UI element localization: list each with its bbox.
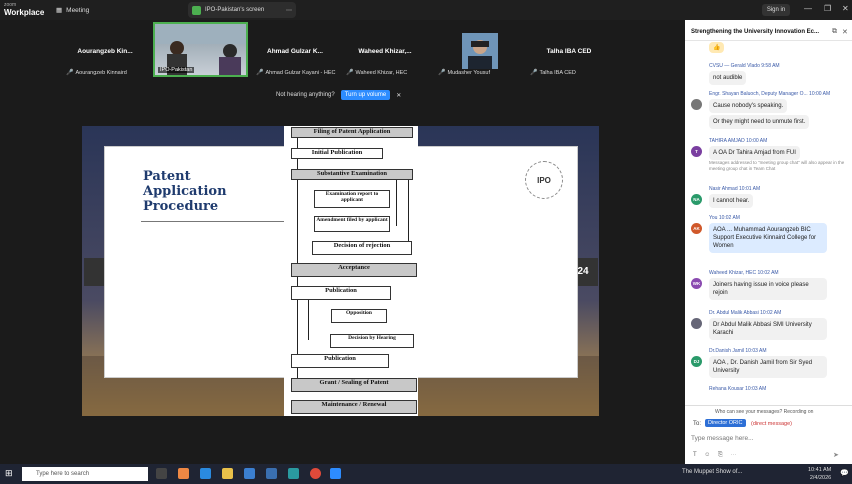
avatar: NA [691,194,702,205]
avatar: WK [691,278,702,289]
recording-notice[interactable]: Who can see your messages? Recording on [715,409,813,415]
zoom-icon[interactable] [330,468,341,479]
app-icon[interactable] [178,468,189,479]
direct-message-label: (direct message) [751,421,792,427]
muted-mic-icon: 🎤 [438,70,446,76]
muted-mic-icon: 🎤 [256,70,264,76]
flow-arrow [297,159,298,169]
meeting-menu[interactable]: ▦ Meeting [56,6,89,15]
compose-toolbar[interactable]: T ☺ ⎘ ⋯ [693,452,736,459]
task-view-icon[interactable] [156,468,167,479]
taskbar: ⊞ Type here to search The Muppet Show of… [0,464,852,484]
participant-label: IPO-Pakistan [158,67,195,73]
flow-step: Initial Publication [291,148,383,159]
flow-step: Publication [291,354,389,368]
thumbs-up-icon: 👍 [709,42,725,53]
maximize-icon[interactable]: ❐ [824,4,831,13]
chat-message: Engr. Shayan Baluoch, Deputy Manager O..… [691,91,846,129]
flow-step: Filing of Patent Application [291,127,413,138]
notification-icon[interactable]: 💬 [840,469,849,477]
media-app[interactable]: The Muppet Show of... [682,469,742,475]
flow-step: Maintenance / Renewal [291,400,417,414]
chat-message: AK You 10:02 AM AOA ... Muhammad Aourangze… [691,215,846,253]
flow-arrow [297,180,298,263]
participant-gallery: Aourangzeb Kin... 🎤 Aourangzeb Kinnaird Ah… [0,20,685,80]
participant-tile[interactable]: Aourangzeb Kin... 🎤 Aourangzeb Kinnaird [62,22,148,78]
send-icon[interactable]: ➤ [833,451,839,459]
avatar [462,33,498,69]
taskbar-search[interactable]: Type here to search [22,467,148,481]
close-chat-icon[interactable]: ✕ [842,28,848,36]
to-label: To: [693,421,702,427]
avatar: DJ [691,356,702,367]
chat-message: T TAHIRA AMJAD 10:00 AM A OA Dr Tahira Amj… [691,138,846,172]
flow-step: Amendment filed by applicant [314,216,390,232]
chat-message: WK Waheed Khizar, HEC 10:02 AM Joiners hav… [691,270,846,300]
chat-message: NA Nasir Ahmad 10:01 AM I cannot hear. [691,186,846,208]
chat-input[interactable] [691,432,841,444]
chat-panel: Strengthening the University Innovation … [685,20,852,464]
muted-mic-icon: 🎤 [66,70,74,76]
close-icon[interactable]: ✕ [842,4,849,13]
mail-icon[interactable] [266,468,277,479]
chat-message: DJ Dr.Danish Jamil 10:03 AM AOA , Dr. Dani… [691,348,846,378]
edge-icon[interactable] [200,468,211,479]
flow-arrow [297,368,298,378]
screen-share-tab[interactable]: IPO-Pakistan's screen ⋯ [188,2,296,18]
avatar [691,99,702,110]
share-icon [192,5,201,15]
flow-arrow [297,138,298,148]
participant-tile[interactable]: Talha IBA CED 🎤 Talha IBA CED [526,22,612,78]
chat-title: Strengthening the University Innovation … [691,29,820,35]
sign-in-button[interactable]: Sign in [762,4,790,16]
flow-step: Decision by Hearing [330,334,414,348]
flow-arrow [396,180,397,226]
app-icon[interactable] [288,468,299,479]
avatar: T [691,146,702,157]
chat-message: CVSU — Gerald Vlado 9:58 AM not audible [691,63,846,85]
flow-arrow [297,277,298,286]
recipient-select[interactable]: Director ORIC [705,419,746,427]
chrome-icon[interactable] [310,468,321,479]
flow-step: Grant / Sealing of Patent [291,378,417,392]
flow-step: Opposition [331,309,387,323]
minimize-icon[interactable]: — [804,4,812,13]
slide-title: Patent Application Procedure [143,169,227,214]
grid-icon: ▦ [56,7,63,14]
turn-up-volume-button[interactable]: Turn up volume [340,90,391,100]
chat-compose: Who can see your messages? Recording on … [685,405,852,464]
participant-tile[interactable]: Ahmad Gulzar K... 🎤 Ahmad Gulzar Kayani - … [252,22,338,78]
flow-step: Substantive Examination [291,169,413,180]
zoom-logo: zoom Workplace [4,2,45,17]
chat-message: Rehana Kousar 10:03 AM [709,386,767,392]
participant-tile[interactable]: Waheed Khizar,... 🎤 Waheed Khizar, HEC [342,22,428,78]
muted-mic-icon: 🎤 [346,70,354,76]
flow-step: Publication [291,286,391,300]
audio-notice: Not hearing anything? Turn up volume ✕ [276,90,402,100]
flow-arrow [297,300,298,354]
flow-step: Decision of rejection [312,241,412,255]
flow-arrow [308,300,309,340]
ipo-logo: IPO [525,161,563,199]
avatar [691,318,702,329]
store-icon[interactable] [244,468,255,479]
chat-message: Dr. Abdul Malik Abbasi 10:02 AM Dr Abdul … [691,310,846,340]
close-notice-icon[interactable]: ✕ [396,92,401,99]
flow-arrow [408,180,409,242]
windows-start-icon[interactable]: ⊞ [5,468,13,479]
clock[interactable]: 10:41 AM 2/4/2026 [808,466,831,482]
avatar: AK [691,223,702,234]
chat-message: 👍 [691,42,846,53]
flow-step: Acceptance [291,263,417,277]
more-icon[interactable]: ⋯ [286,7,292,14]
active-video[interactable]: IPO-Pakistan [153,22,248,77]
muted-mic-icon: 🎤 [530,70,538,76]
popout-icon[interactable]: ⧉ [832,28,837,36]
title-bar: zoom Workplace ▦ Meeting IPO-Pakistan's sc… [0,0,852,20]
flow-step: Examination report to applicant [314,190,390,208]
folder-icon[interactable] [222,468,233,479]
